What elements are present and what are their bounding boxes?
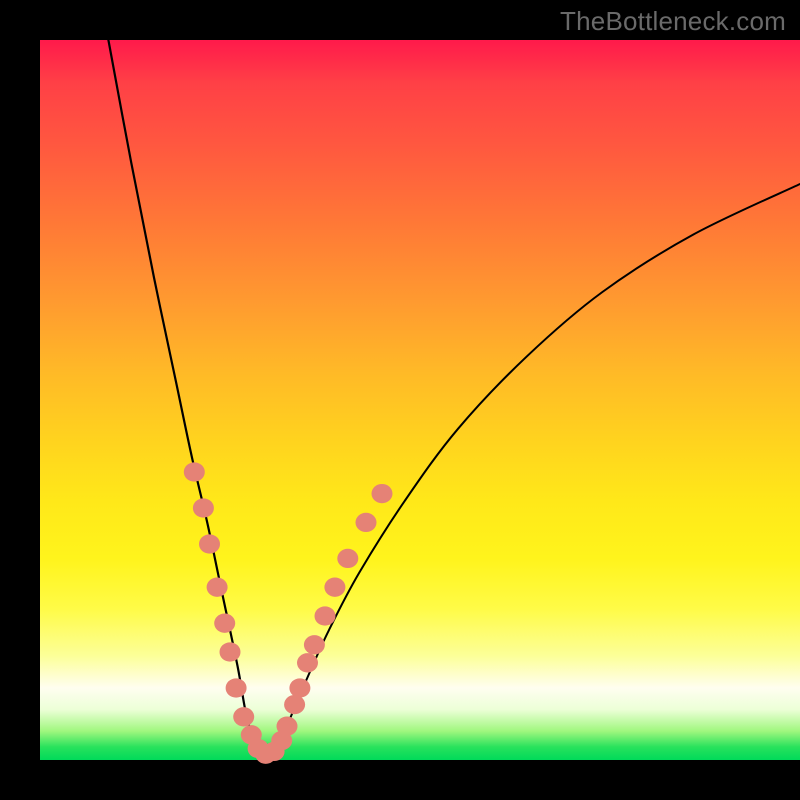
bead-marker: [193, 498, 214, 517]
bead-marker: [184, 462, 205, 481]
bead-marker: [337, 549, 358, 568]
chart-frame: TheBottleneck.com: [0, 0, 800, 800]
bead-marker: [372, 484, 393, 503]
bead-marker: [233, 707, 254, 726]
bead-marker: [304, 635, 325, 654]
curve-svg: [40, 40, 800, 760]
bead-marker: [277, 717, 298, 736]
bead-marker: [297, 653, 318, 672]
bead-marker: [289, 678, 310, 697]
plot-area: [40, 40, 800, 760]
bead-marker: [284, 695, 305, 714]
curve-left-arm: [108, 40, 268, 760]
bead-marker: [315, 606, 336, 625]
curve-right-arm: [268, 184, 800, 760]
bead-marker: [214, 614, 235, 633]
watermark-text: TheBottleneck.com: [560, 6, 786, 37]
bead-marker: [220, 642, 241, 661]
bead-marker: [207, 578, 228, 597]
bead-marker: [199, 534, 220, 553]
bead-marker: [324, 578, 345, 597]
bead-marker: [226, 678, 247, 697]
bead-marker: [356, 513, 377, 532]
bead-group: [184, 462, 393, 764]
